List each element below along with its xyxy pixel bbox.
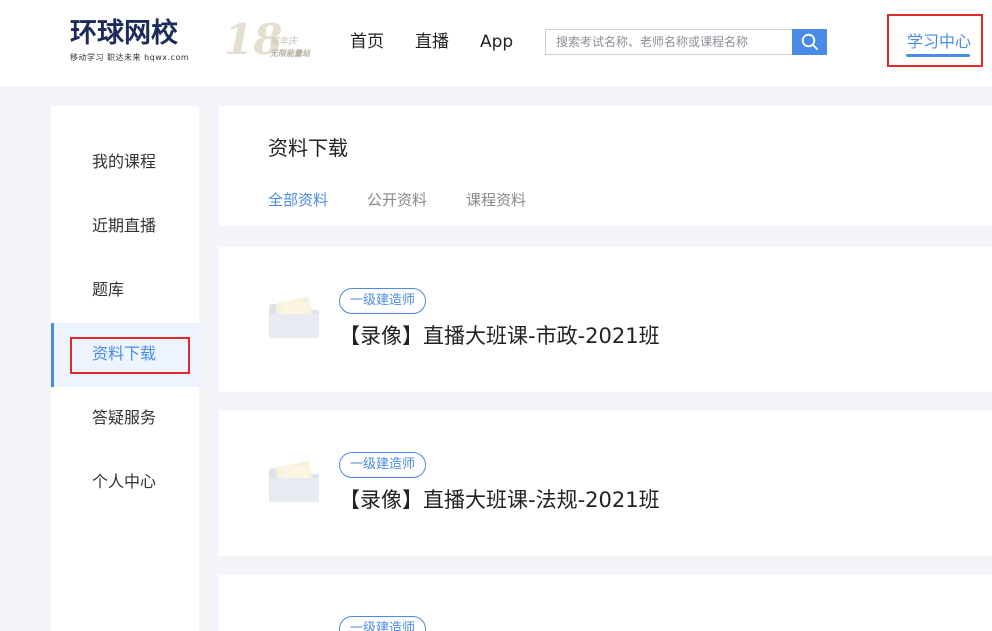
nav-live[interactable]: 直播 (415, 30, 449, 54)
tab-all-materials[interactable]: 全部资料 (268, 190, 328, 210)
sidebar: 我的课程 近期直播 题库 资料下载 答疑服务 个人中心 (51, 106, 199, 631)
badge-line2: 无限能量站 (270, 49, 310, 58)
sidebar-item-label: 个人中心 (92, 472, 157, 491)
sidebar-item-recent-live[interactable]: 近期直播 (51, 195, 199, 259)
material-card[interactable]: 一级建造师 【录像】直播大班课-法规-2021班 (219, 411, 992, 556)
study-center-link[interactable]: 学习中心 (887, 14, 983, 67)
downloads-header: 资料下载 全部资料 公开资料 课程资料 (219, 106, 992, 226)
top-header: 环球网校 移动学习 职达未来 hqwx.com 18 周年庆 无限能量站 首页 … (0, 0, 992, 86)
search-icon (801, 33, 818, 50)
sidebar-item-label: 资料下载 (92, 344, 157, 363)
page-title: 资料下载 (268, 136, 348, 160)
tab-course-materials[interactable]: 课程资料 (466, 190, 526, 210)
material-card[interactable]: 一级建造师 【录像】直播大班课-市政-2021班 (219, 247, 992, 392)
material-title[interactable]: 【录像】直播大班课-市政-2021班 (339, 321, 660, 351)
folder-icon (269, 297, 319, 338)
folder-icon (269, 461, 319, 502)
nav-app[interactable]: App (480, 30, 513, 54)
badge-line1: 周年庆 (270, 37, 298, 47)
search-input[interactable] (545, 29, 793, 55)
sidebar-item-label: 近期直播 (92, 216, 157, 235)
tab-public-materials[interactable]: 公开资料 (367, 190, 427, 210)
search-bar (545, 29, 827, 55)
study-center-underline (906, 54, 970, 57)
sidebar-item-my-courses[interactable]: 我的课程 (51, 131, 199, 195)
anniversary-badge[interactable]: 18 周年庆 无限能量站 (224, 16, 324, 64)
nav-home[interactable]: 首页 (350, 30, 384, 54)
active-indicator (51, 323, 54, 387)
sidebar-item-label: 我的课程 (92, 152, 157, 171)
category-tag: 一级建造师 (339, 616, 427, 631)
site-logo[interactable]: 环球网校 移动学习 职达未来 hqwx.com (70, 18, 200, 64)
sidebar-item-downloads[interactable]: 资料下载 (51, 323, 199, 387)
sidebar-item-question-bank[interactable]: 题库 (51, 259, 199, 323)
sidebar-item-label: 题库 (92, 280, 125, 299)
logo-slogan: 移动学习 职达未来 hqwx.com (70, 53, 190, 62)
category-tag: 一级建造师 (339, 288, 427, 314)
material-card[interactable]: 一级建造师 (219, 575, 992, 631)
study-center-label: 学习中心 (907, 32, 972, 51)
logo-text: 环球网校 (70, 18, 178, 49)
search-button[interactable] (792, 29, 827, 55)
sidebar-item-qa-service[interactable]: 答疑服务 (51, 387, 199, 451)
material-title[interactable]: 【录像】直播大班课-法规-2021班 (339, 485, 660, 515)
sidebar-item-personal-center[interactable]: 个人中心 (51, 451, 199, 515)
sidebar-item-label: 答疑服务 (92, 408, 157, 427)
category-tag: 一级建造师 (339, 452, 427, 478)
